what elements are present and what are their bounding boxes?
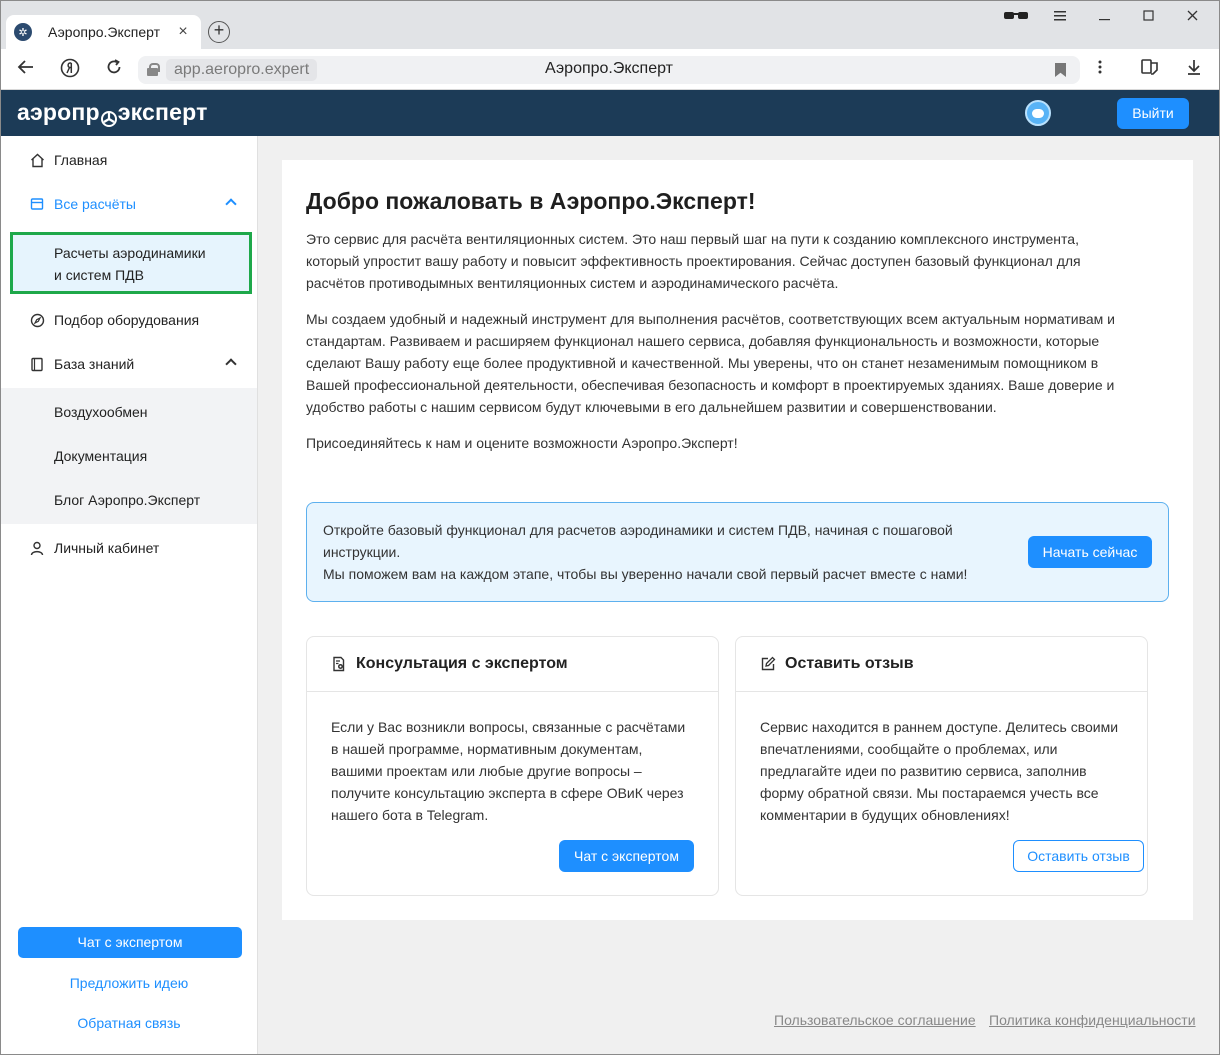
menu-dots-icon[interactable] — [1088, 58, 1112, 82]
sidebar-subitem-air-exchange[interactable]: Воздухообмен — [1, 390, 257, 434]
maximize-icon[interactable] — [1133, 9, 1165, 33]
consult-card-title: Консультация с экспертом — [356, 655, 568, 672]
new-tab-button[interactable]: + — [208, 21, 230, 43]
chat-expert-button[interactable]: Чат с экспертом — [559, 840, 694, 872]
sidebar-item-label: База знаний — [54, 356, 135, 372]
feedback-link[interactable]: Обратная связь — [1, 1015, 257, 1031]
propeller-logo-icon — [100, 106, 117, 127]
compass-icon — [29, 312, 45, 328]
sidebar-item-home[interactable]: Главная — [1, 138, 257, 182]
logo[interactable]: аэропр эксперт — [17, 99, 208, 127]
yandex-icon[interactable] — [58, 58, 82, 82]
sidebar-item-label: Главная — [54, 152, 108, 168]
tab-title: Аэропро.Эксперт — [48, 24, 161, 40]
url-domain: app.aeropro.expert — [166, 59, 318, 81]
sidebar-subitem-aero-calcs[interactable]: Расчеты аэродинамики и систем ПДВ — [10, 232, 252, 294]
sidebar-subitem-blog[interactable]: Блог Аэропро.Эксперт — [1, 478, 257, 522]
minimize-icon[interactable] — [1089, 9, 1121, 33]
sidebar-subitem-label-line1: Расчеты аэродинамики — [54, 245, 206, 261]
promo-banner: Откройте базовый функционал для расчетов… — [306, 502, 1169, 602]
avatar[interactable] — [1025, 100, 1051, 126]
reload-icon[interactable] — [102, 58, 126, 82]
collections-icon[interactable] — [1138, 58, 1162, 82]
sidebar-item-equipment[interactable]: Подбор оборудования — [1, 298, 257, 342]
promo-line1: Откройте базовый функционал для расчетов… — [323, 522, 953, 560]
app-header: аэропр эксперт Выйти — [1, 90, 1219, 136]
review-card-header: Оставить отзыв — [736, 637, 1147, 692]
tab-bar: ✲ Аэропро.Эксперт × + — [1, 1, 1219, 49]
intro-paragraph: Это сервис для расчёта вентиляционных си… — [306, 231, 1081, 291]
book-icon — [29, 356, 45, 372]
sidebar-item-label: Все расчёты — [54, 196, 136, 212]
page-title: Добро пожаловать в Аэропро.Эксперт! — [306, 188, 756, 214]
logo-text-right: эксперт — [117, 99, 208, 125]
consult-card-text: Если у Вас возникли вопросы, связанные с… — [331, 719, 686, 823]
chevron-up-icon[interactable] — [225, 198, 237, 210]
incognito-icon[interactable] — [1000, 9, 1032, 33]
bookmark-icon[interactable] — [1055, 63, 1066, 77]
site-favicon-icon: ✲ — [14, 23, 32, 41]
promo-text: Откройте базовый функционал для расчетов… — [323, 519, 1003, 585]
leave-review-button[interactable]: Оставить отзыв — [1013, 840, 1144, 872]
logo-text-left: аэропр — [17, 99, 100, 125]
start-now-button[interactable]: Начать сейчас — [1028, 536, 1152, 568]
review-card: Оставить отзыв Сервис находится в раннем… — [735, 636, 1148, 896]
review-card-title: Оставить отзыв — [785, 655, 914, 672]
lock-icon — [147, 63, 160, 76]
sidebar-chat-expert-button[interactable]: Чат с экспертом — [18, 927, 242, 958]
sidebar-item-knowledge-base[interactable]: База знаний — [1, 342, 257, 386]
back-icon[interactable] — [14, 58, 38, 82]
consult-card-header: Консультация с экспертом — [307, 637, 718, 692]
hamburger-icon[interactable] — [1045, 9, 1077, 33]
privacy-link[interactable]: Политика конфиденциальности — [989, 1012, 1196, 1028]
url-field[interactable]: app.aeropro.expert Аэропро.Эксперт — [138, 56, 1080, 84]
sidebar-item-account[interactable]: Личный кабинет — [1, 526, 257, 570]
calculator-icon — [29, 196, 45, 212]
review-card-text: Сервис находится в раннем доступе. Делит… — [760, 719, 1119, 823]
document-gear-icon — [331, 656, 347, 672]
welcome-card: Добро пожаловать в Аэропро.Эксперт! Это … — [282, 160, 1193, 920]
promo-line2: Мы поможем вам на каждом этапе, чтобы вы… — [323, 566, 968, 582]
mission-paragraph: Мы создаем удобный и надежный инструмент… — [306, 311, 1116, 415]
tab-close-icon[interactable]: × — [175, 23, 191, 41]
suggest-idea-link[interactable]: Предложить идею — [1, 975, 257, 991]
download-icon[interactable] — [1182, 58, 1206, 82]
sidebar-item-label: Личный кабинет — [54, 540, 160, 556]
address-bar: app.aeropro.expert Аэропро.Эксперт — [1, 49, 1219, 90]
terms-link[interactable]: Пользовательское соглашение — [774, 1012, 976, 1028]
close-icon[interactable] — [1177, 9, 1209, 33]
sidebar-item-label: Подбор оборудования — [54, 312, 200, 328]
consult-card: Консультация с экспертом Если у Вас возн… — [306, 636, 719, 896]
sidebar-subitem-label-line2: и систем ПДВ — [54, 267, 144, 283]
join-paragraph: Присоединяйтесь к нам и оцените возможно… — [306, 435, 738, 451]
browser-window: ✲ Аэропро.Эксперт × + app.aeropro.expert… — [0, 0, 1220, 1055]
home-icon — [29, 152, 45, 168]
edit-icon — [760, 656, 776, 672]
sidebar-item-all-calcs[interactable]: Все расчёты — [1, 182, 257, 226]
sidebar-subitem-documentation[interactable]: Документация — [1, 434, 257, 478]
sidebar: Главная Все расчёты Расчеты аэродинамики… — [1, 136, 258, 1054]
user-icon — [29, 540, 45, 556]
logout-button[interactable]: Выйти — [1117, 98, 1189, 129]
browser-tab[interactable]: ✲ Аэропро.Эксперт × — [6, 15, 201, 49]
chevron-up-icon[interactable] — [225, 358, 237, 370]
